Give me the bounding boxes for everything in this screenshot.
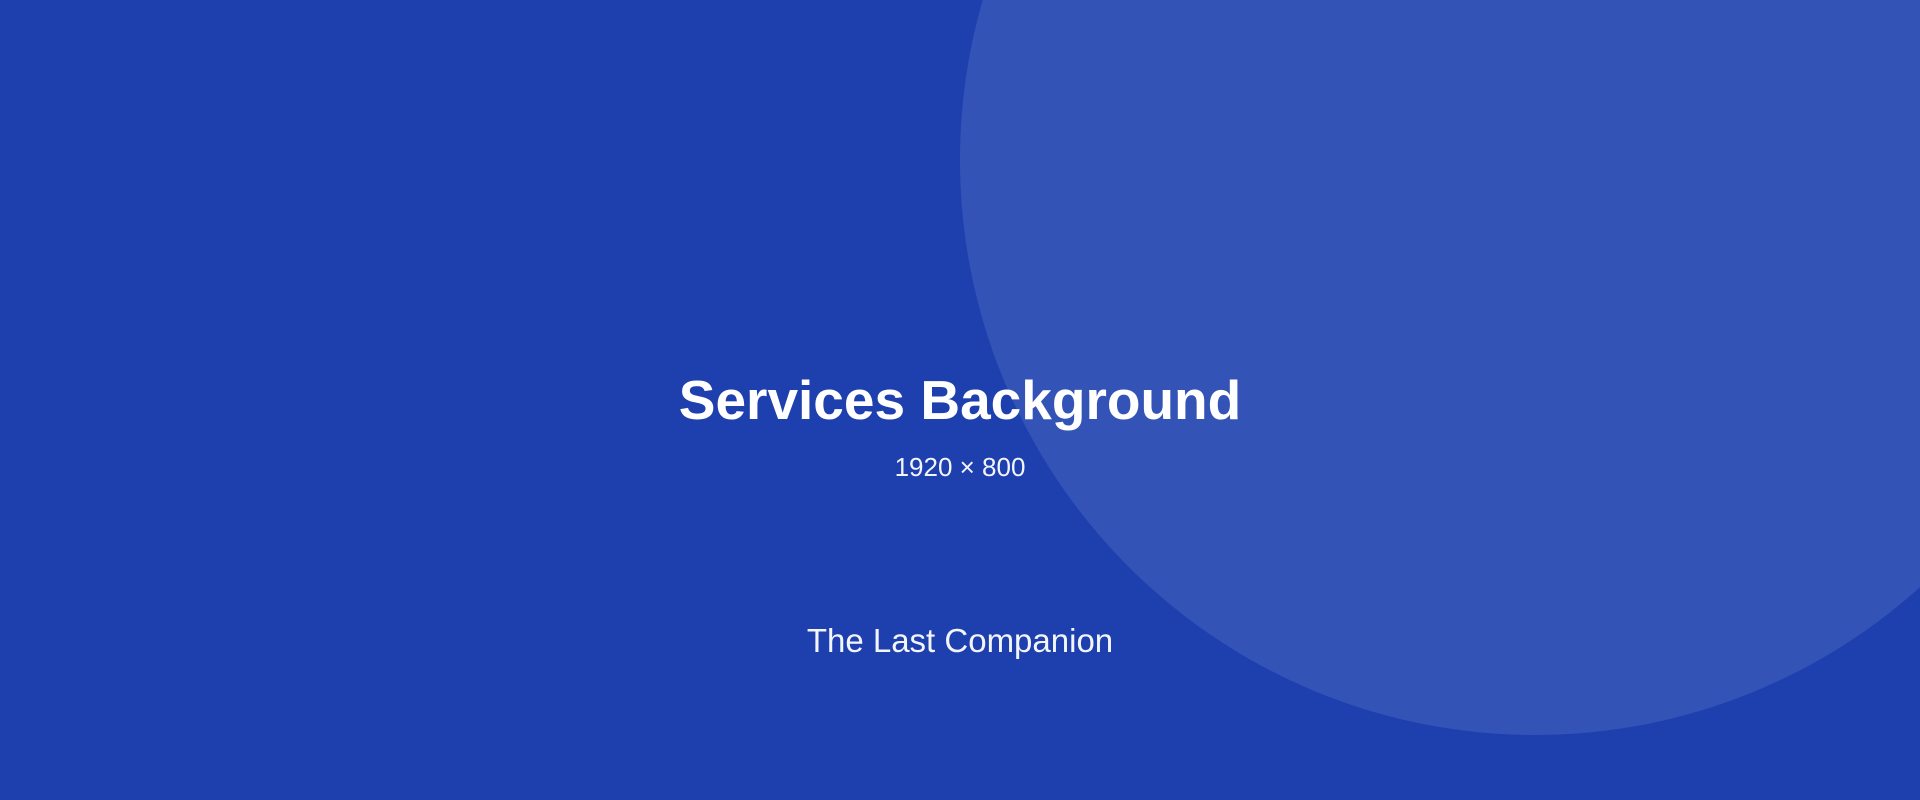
placeholder-dimensions: 1920 × 800	[894, 452, 1026, 482]
placeholder-title: Services Background	[678, 369, 1242, 431]
placeholder-canvas: Services Background 1920 × 800 The Last …	[0, 0, 1920, 800]
brand-name: The Last Companion	[806, 622, 1114, 659]
